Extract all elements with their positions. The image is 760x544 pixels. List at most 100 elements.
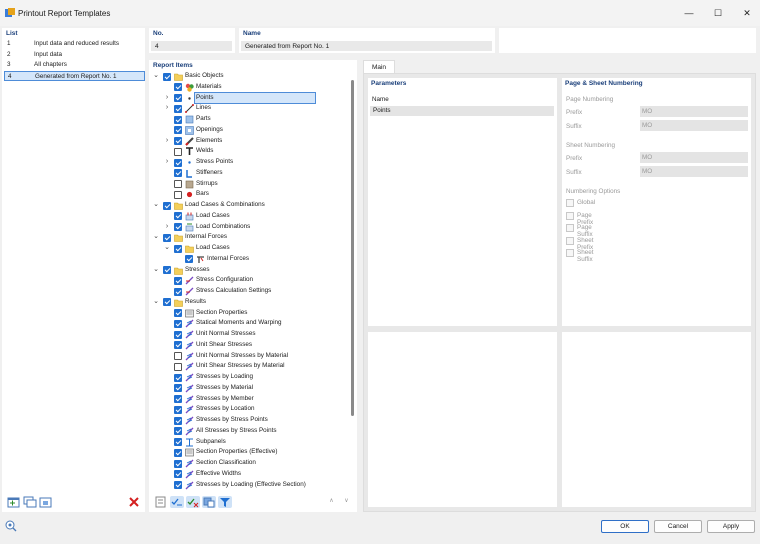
option-checkbox[interactable] [566, 199, 574, 207]
chevron-down-icon[interactable]: ⌄ [152, 71, 160, 81]
tree-checkbox[interactable] [174, 94, 182, 102]
help-icon[interactable] [5, 520, 17, 532]
page-prefix-field[interactable]: MO [640, 106, 748, 117]
chevron-down-icon[interactable]: ⌄ [152, 265, 160, 275]
tree-row[interactable]: › Load Combinations [149, 222, 349, 233]
cancel-button[interactable]: Cancel [654, 520, 702, 533]
sheet-suffix-field[interactable]: MO [640, 166, 748, 177]
tree-scrollbar[interactable] [351, 80, 354, 416]
tree-row[interactable]: All Stresses by Stress Points [149, 426, 349, 437]
tree-checkbox[interactable] [174, 158, 182, 167]
tree-checkbox[interactable] [174, 126, 182, 135]
tree-row[interactable]: Stress Configuration [149, 275, 349, 286]
tree-row[interactable]: Unit Shear Stresses [149, 340, 349, 351]
tree-row[interactable]: Stresses by Stress Points [149, 415, 349, 426]
close-button[interactable]: ✕ [740, 6, 754, 20]
move-up-button[interactable]: ∧ [326, 497, 337, 507]
list-item[interactable]: 1 Input data and reduced results [4, 39, 145, 49]
import-template-icon[interactable] [39, 496, 53, 508]
tree-checkbox[interactable] [174, 212, 182, 221]
sheet-prefix-field[interactable]: MO [640, 152, 748, 163]
chevron-down-icon[interactable]: ⌄ [152, 232, 160, 242]
tree-checkbox[interactable] [174, 341, 182, 350]
name-field[interactable]: Generated from Report No. 1 [241, 41, 492, 51]
tree-checkbox[interactable] [174, 373, 182, 382]
parameters-value[interactable]: Points [370, 106, 554, 116]
tree-row[interactable]: ⌄ Stresses [149, 265, 349, 276]
tree-checkbox[interactable] [174, 104, 182, 113]
tree-checkbox[interactable] [174, 438, 182, 446]
tree-row[interactable]: ⌄ Internal Forces [149, 232, 349, 243]
tree-checkbox[interactable] [174, 223, 182, 231]
tree-row[interactable]: Welds [149, 146, 349, 157]
tree-row[interactable]: Stiffeners [149, 168, 349, 179]
tree-checkbox[interactable] [174, 276, 182, 285]
chevron-right-icon[interactable]: › [163, 103, 171, 113]
tree-row[interactable]: ⌄ Load Cases [149, 243, 349, 254]
tree-row[interactable]: Unit Normal Stresses [149, 329, 349, 340]
tree-checkbox[interactable] [174, 416, 182, 425]
tree-row[interactable]: Stresses by Material [149, 383, 349, 394]
tree-checkbox[interactable] [174, 287, 182, 296]
tree-checkbox[interactable] [174, 137, 182, 145]
chevron-right-icon[interactable]: › [163, 157, 171, 167]
tree-row[interactable]: Load Cases [149, 211, 349, 222]
tree-checkbox[interactable] [174, 330, 182, 339]
tree-row[interactable]: Section Properties [149, 308, 349, 319]
tree-row[interactable]: › Stress Points [149, 157, 349, 168]
delete-icon[interactable] [127, 496, 141, 508]
tree-checkbox[interactable] [174, 459, 182, 468]
tree-row[interactable]: Parts [149, 114, 349, 125]
tree-row[interactable]: Subpanels [149, 437, 349, 448]
tree-checkbox[interactable] [163, 298, 171, 307]
tree-row[interactable]: Stress Calculation Settings [149, 286, 349, 297]
move-down-button[interactable]: ∨ [341, 497, 352, 507]
tree-checkbox[interactable] [174, 481, 182, 489]
tab-main[interactable]: Main [363, 60, 395, 74]
tree-checkbox[interactable] [174, 352, 182, 360]
tree-checkbox[interactable] [174, 395, 182, 403]
tree-row[interactable]: Materials [149, 82, 349, 93]
minimize-button[interactable]: — [682, 6, 696, 20]
option-checkbox[interactable] [566, 249, 574, 257]
list-item[interactable]: 4 Generated from Report No. 1 [4, 70, 145, 81]
uncheck-all-icon[interactable] [186, 496, 200, 508]
tree-row[interactable]: Section Properties (Effective) [149, 447, 349, 458]
settings-icon[interactable] [202, 496, 216, 508]
tree-row[interactable]: Unit Normal Stresses by Material [149, 351, 349, 362]
chevron-down-icon[interactable]: ⌄ [163, 243, 171, 253]
option-checkbox[interactable] [566, 224, 574, 232]
no-field[interactable]: 4 [151, 41, 232, 51]
tree-row[interactable]: ⌄ Basic Objects [149, 71, 349, 82]
chevron-down-icon[interactable]: ⌄ [152, 200, 160, 210]
tree-row[interactable]: Internal Forces [149, 254, 349, 265]
check-all-icon[interactable] [170, 496, 184, 508]
tree-checkbox[interactable] [174, 147, 182, 156]
chevron-right-icon[interactable]: › [163, 93, 171, 103]
tree-checkbox[interactable] [174, 362, 182, 371]
tree-checkbox[interactable] [163, 233, 171, 242]
tree-row[interactable]: › Elements [149, 136, 349, 147]
chevron-right-icon[interactable]: › [163, 222, 171, 232]
tree-row[interactable]: Stresses by Loading (Effective Section) [149, 480, 349, 491]
tree-row[interactable]: Openings [149, 125, 349, 136]
tree-row[interactable]: Unit Shear Stresses by Material [149, 361, 349, 372]
tree-checkbox[interactable] [163, 72, 171, 81]
option-checkbox[interactable] [566, 236, 574, 245]
tree-checkbox[interactable] [174, 180, 182, 188]
tree-row[interactable]: Stresses by Loading [149, 372, 349, 383]
ok-button[interactable]: OK [601, 520, 649, 533]
tree-row[interactable]: Stirrups [149, 179, 349, 190]
copy-template-icon[interactable] [23, 496, 37, 508]
tree-checkbox[interactable] [174, 470, 182, 479]
tree-row[interactable]: Statical Moments and Warping [149, 318, 349, 329]
tree-row[interactable]: ⌄ Load Cases & Combinations [149, 200, 349, 211]
collapse-all-icon[interactable] [154, 496, 168, 508]
tree-row[interactable]: › Points [149, 91, 349, 105]
tree-checkbox[interactable] [174, 309, 182, 317]
tree-row[interactable]: › Lines [149, 103, 349, 114]
tree-checkbox[interactable] [163, 201, 171, 210]
page-suffix-field[interactable]: MO [640, 120, 748, 131]
tree-checkbox[interactable] [174, 83, 182, 92]
tree-row[interactable]: ⌄ Results [149, 297, 349, 308]
